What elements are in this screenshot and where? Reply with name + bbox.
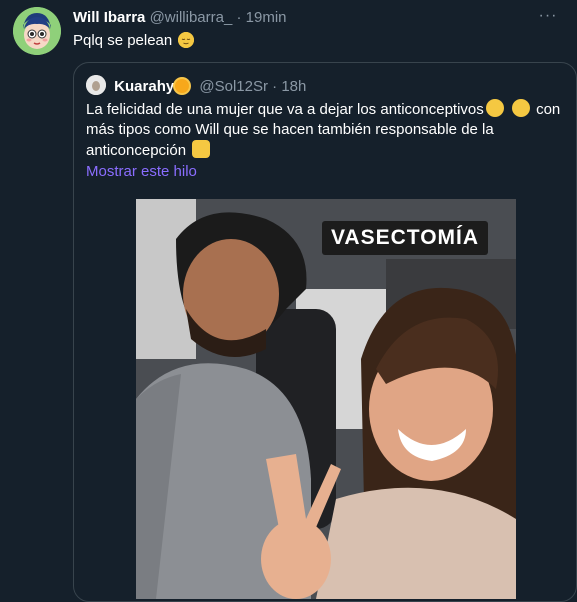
more-options-button[interactable]: ··· [536,6,560,26]
quoted-author-handle[interactable]: @Sol12Sr [199,78,268,95]
quoted-tweet-time[interactable]: 18h [281,78,306,95]
quoted-text-line1: La felicidad de una mujer que va a dejar… [86,101,484,118]
avatar-icon [86,75,106,95]
cartoon-avatar-icon [13,7,61,55]
tweet-text-content: Pqlq se pelean [73,32,173,49]
tweet-time[interactable]: 19min [246,9,287,26]
quoted-author-name[interactable]: Kuarahy [114,78,174,95]
show-thread-link[interactable]: Mostrar este hilo [86,162,197,182]
author-name[interactable]: Will Ibarra [73,9,145,26]
more-icon: ··· [538,7,558,24]
raising-hands-emoji-icon [192,140,211,158]
quoted-text-line1-tail: con [536,101,561,118]
tweet-text: Pqlq se pelean [73,31,195,51]
partying-face-emoji-icon [485,99,504,117]
photo-illustration [136,199,516,599]
tweet-header: Will Ibarra @willibarra_ · 19min [73,8,287,28]
relieved-face-emoji-icon [178,32,195,48]
separator-dot: · [272,78,278,95]
sun-emoji-icon [175,79,190,93]
quoted-tweet[interactable]: Kuarahy @Sol12Sr · 18h La felicidad de u… [73,62,577,602]
quoted-text-line3: anticoncepción [86,142,187,159]
quoted-tweet-image[interactable]: VASECTOMÍA [136,199,516,599]
quoted-author-avatar[interactable] [86,75,106,95]
tweet[interactable]: Will Ibarra @willibarra_ · 19min ··· Pql… [0,0,577,602]
star-struck-emoji-icon [511,99,530,117]
quoted-tweet-header: Kuarahy @Sol12Sr · 18h [86,75,306,97]
vasectomia-label: VASECTOMÍA [322,221,488,255]
separator-dot: · [236,9,242,26]
quoted-tweet-text: La felicidad de una mujer que va a dejar… [86,99,566,161]
quoted-text-line2: más tipos como Will que se hacen también… [86,121,494,138]
author-avatar[interactable] [13,7,61,55]
author-handle[interactable]: @willibarra_ [150,9,233,26]
